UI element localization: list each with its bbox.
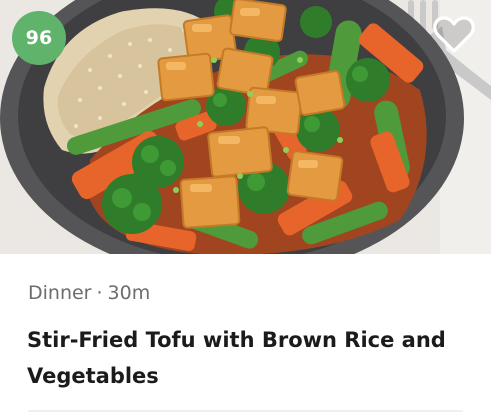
heart-outline-icon [433, 16, 475, 53]
category-label: Dinner [28, 282, 92, 304]
score-badge: 96 [12, 11, 66, 65]
recipe-title[interactable]: Stir-Fried Tofu with Brown Rice and Vege… [27, 322, 467, 394]
favorite-button[interactable] [428, 10, 480, 60]
meta-separator: · [96, 282, 103, 304]
score-value: 96 [25, 27, 53, 49]
recipe-meta: Dinner · 30m [28, 282, 150, 304]
recipe-info: Dinner · 30m Stir-Fried Tofu with Brown Ri… [0, 254, 491, 414]
recipe-card[interactable]: 96 Dinner · 30m Stir-Fried Tofu with Brown… [0, 0, 491, 414]
recipe-photo[interactable]: 96 [0, 0, 491, 254]
duration-label: 30m [107, 282, 151, 304]
divider [28, 410, 463, 412]
